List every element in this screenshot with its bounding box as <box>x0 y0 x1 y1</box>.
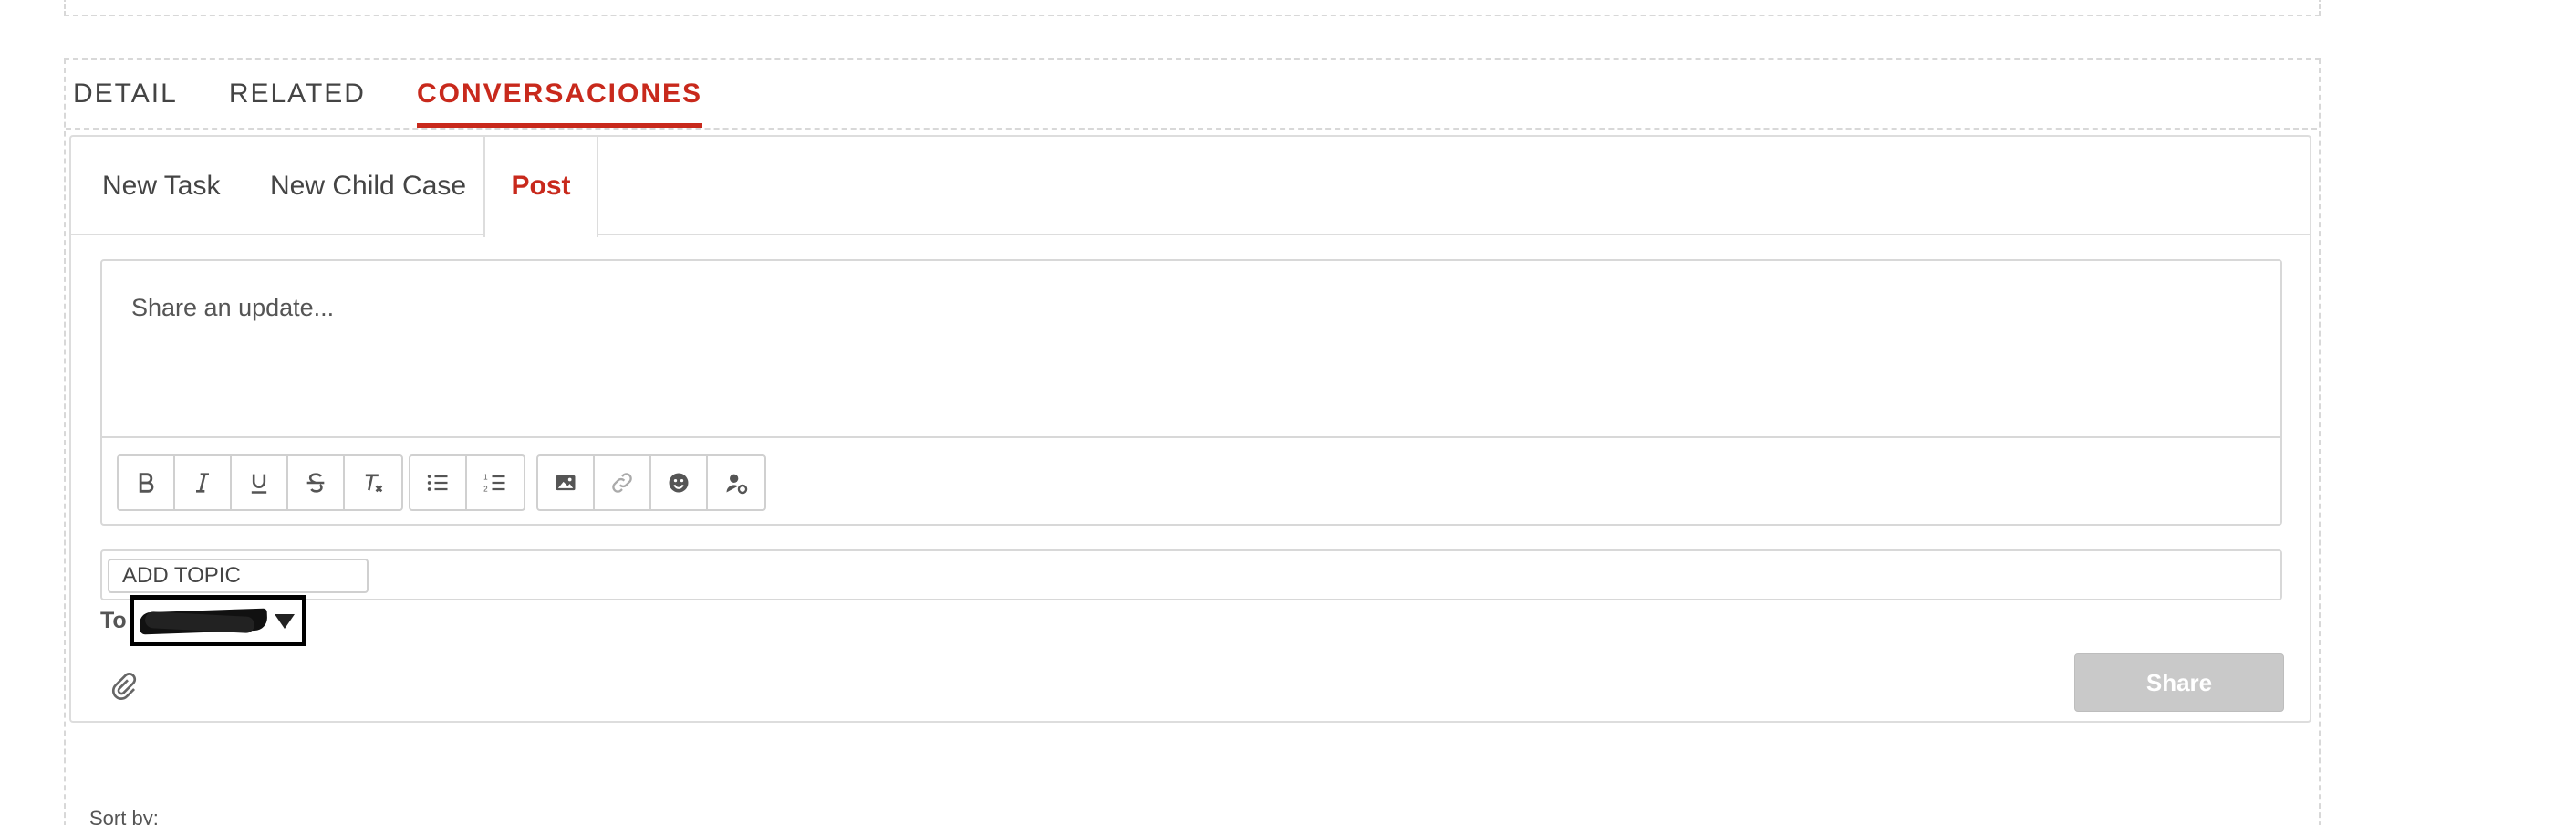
action-new-child-case[interactable]: New Child Case <box>270 137 466 235</box>
underline-icon[interactable] <box>232 456 288 509</box>
topic-bar: ADD TOPIC <box>100 549 2282 600</box>
tab-detail[interactable]: DETAIL <box>73 73 178 128</box>
format-group <box>117 454 403 511</box>
add-topic-input[interactable]: ADD TOPIC <box>108 559 369 593</box>
bold-icon[interactable] <box>119 456 175 509</box>
paperclip-icon[interactable] <box>109 672 139 701</box>
sort-by-label: Sort by: <box>89 807 159 825</box>
svg-text:1: 1 <box>483 474 488 482</box>
list-group: 12 <box>409 454 525 511</box>
insert-group <box>536 454 766 511</box>
bulleted-list-icon[interactable] <box>410 456 467 509</box>
chevron-down-icon <box>275 614 295 629</box>
audience-select[interactable] <box>130 595 306 646</box>
action-post[interactable]: Post <box>483 137 598 237</box>
tab-conversaciones[interactable]: CONVERSACIONES <box>416 73 703 128</box>
section-frame-top <box>64 0 2321 16</box>
page: DETAIL RELATED CONVERSACIONES New Task N… <box>0 0 2576 825</box>
tab-related[interactable]: RELATED <box>229 73 366 128</box>
clear-format-icon[interactable] <box>345 456 401 509</box>
publisher-actions: New Task New Child Case Post <box>71 137 2310 237</box>
to-label: To <box>100 608 127 633</box>
svg-text:2: 2 <box>483 485 488 493</box>
action-new-task[interactable]: New Task <box>102 137 221 235</box>
image-icon[interactable] <box>538 456 595 509</box>
publisher-card: New Task New Child Case Post Share an up… <box>69 135 2311 723</box>
emoji-icon[interactable] <box>651 456 708 509</box>
post-input-placeholder[interactable]: Share an update... <box>131 294 334 322</box>
tabs-divider <box>66 128 2317 130</box>
link-icon[interactable] <box>595 456 651 509</box>
record-tabs: DETAIL RELATED CONVERSACIONES <box>73 73 703 133</box>
share-button[interactable]: Share <box>2074 653 2284 712</box>
italic-icon[interactable] <box>175 456 232 509</box>
numbered-list-icon[interactable]: 12 <box>467 456 524 509</box>
mention-user-icon[interactable] <box>708 456 764 509</box>
post-editor[interactable]: Share an update... 1 2 <box>100 259 2282 526</box>
editor-toolbar: 12 <box>102 436 2280 526</box>
strikethrough-icon[interactable] <box>288 456 345 509</box>
